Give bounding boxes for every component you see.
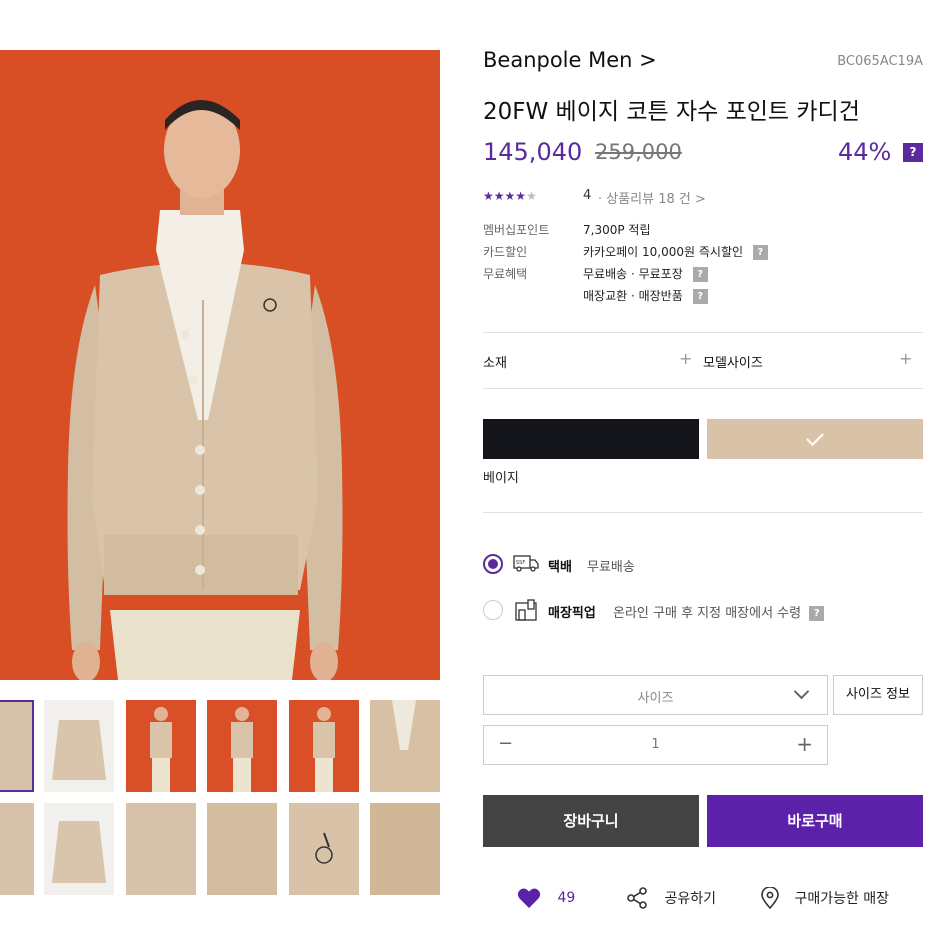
thumbnail-9[interactable] — [126, 803, 196, 895]
rating-value: 4 — [583, 188, 592, 203]
accordion-model-size[interactable]: 모델사이즈 — [703, 352, 763, 371]
help-icon[interactable]: ? — [692, 267, 708, 282]
divider — [483, 332, 923, 333]
brand-link[interactable]: Beanpole Men > — [483, 48, 657, 72]
rating-stars: ★★★★★ — [483, 189, 537, 203]
buy-now-button[interactable]: 바로구매 — [707, 795, 923, 847]
benefit-card: 카카오페이 10,000원 즉시할인 ? — [583, 243, 768, 260]
thumbnail-12[interactable] — [370, 803, 440, 895]
help-icon[interactable]: ? — [692, 289, 708, 304]
model-full-icon — [150, 707, 172, 792]
share-label: 공유하기 — [664, 891, 716, 907]
like-count: 49 — [557, 890, 576, 906]
star-icon: ★ — [504, 189, 516, 203]
original-price: 259,000 — [595, 140, 682, 164]
cardigan-flat-icon — [52, 720, 106, 780]
benefit-label-card: 카드할인 — [483, 245, 528, 259]
heart-icon — [517, 888, 541, 908]
thumbnail-3[interactable] — [126, 700, 196, 792]
color-swatch-beige[interactable] — [707, 419, 923, 459]
embroidery-detail-icon — [315, 832, 333, 864]
plus-icon[interactable]: + — [679, 349, 692, 368]
add-to-cart-button[interactable]: 장바구니 — [483, 795, 699, 847]
store-label: 구매가능한 매장 — [794, 891, 890, 907]
model-closeup-icon — [370, 700, 440, 792]
benefit-store: 매장교환 · 매장반품 ? — [583, 287, 708, 304]
available-store-button[interactable]: 구매가능한 매장 — [760, 886, 890, 913]
benefit-label-free: 무료혜택 — [483, 267, 528, 281]
benefit-label-membership: 멤버십포인트 — [483, 223, 550, 237]
model-photo-illustration — [0, 50, 440, 680]
quantity-value[interactable]: 1 — [484, 737, 827, 752]
thumbnail-8[interactable] — [44, 803, 114, 895]
review-link[interactable]: · 상품리뷰 18 건 > — [598, 188, 706, 207]
product-title: 20FW 베이지 코튼 자수 포인트 카디건 — [483, 99, 860, 125]
discount-help-icon[interactable]: ? — [903, 143, 923, 162]
model-full-icon — [231, 707, 253, 792]
selected-color-name: 베이지 — [483, 471, 519, 486]
pickup-desc: 온라인 구매 후 지정 매장에서 수령 — [613, 606, 802, 621]
location-pin-icon — [761, 886, 779, 910]
benefit-value-free: 무료배송 · 무료포장 — [583, 267, 683, 281]
main-product-image — [0, 50, 440, 680]
delivery-title: 택배 — [548, 560, 572, 575]
sale-price: 145,040 — [483, 138, 583, 166]
pickup-title: 매장픽업 — [548, 606, 596, 621]
size-select[interactable]: 사이즈 — [483, 675, 828, 715]
share-button[interactable]: 공유하기 — [626, 887, 716, 913]
thumbnail-2[interactable] — [44, 700, 114, 792]
model-full-icon — [313, 707, 335, 792]
thumbnail-10[interactable] — [207, 803, 277, 895]
benefit-value-card: 카카오페이 10,000원 즉시할인 — [583, 245, 744, 259]
star-icon: ★ — [493, 189, 505, 203]
thumbnail-5[interactable] — [289, 700, 359, 792]
size-info-button[interactable]: 사이즈 정보 — [833, 675, 923, 715]
benefit-value-store: 매장교환 · 매장반품 — [583, 289, 683, 303]
pickup-desc-wrap: 온라인 구매 후 지정 매장에서 수령 ? — [613, 602, 825, 621]
divider — [483, 388, 923, 389]
star-empty-icon: ★ — [526, 189, 537, 203]
color-swatch-black[interactable] — [483, 419, 699, 459]
size-select-label: 사이즈 — [637, 691, 674, 706]
benefit-free: 무료배송 · 무료포장 ? — [583, 265, 708, 282]
delivery-truck-icon: SSF — [513, 555, 539, 572]
thumbnail-7[interactable] — [0, 803, 34, 895]
help-icon[interactable]: ? — [809, 606, 825, 621]
star-icon: ★ — [483, 189, 494, 203]
delivery-desc: 무료배송 — [587, 560, 635, 575]
benefit-value-membership: 7,300P 적립 — [583, 223, 651, 237]
thumbnail-11[interactable] — [289, 803, 359, 895]
delivery-radio[interactable] — [483, 554, 503, 574]
star-icon: ★ — [515, 189, 527, 203]
cardigan-flat-icon — [52, 821, 106, 883]
plus-icon[interactable]: + — [899, 349, 912, 368]
discount-rate: 44% — [838, 138, 892, 166]
plus-icon[interactable]: + — [796, 732, 813, 756]
accordion-material[interactable]: 소재 — [483, 352, 507, 371]
help-icon[interactable]: ? — [752, 245, 768, 260]
share-icon — [627, 887, 647, 909]
thumbnail-1[interactable] — [0, 700, 34, 792]
pickup-radio[interactable] — [483, 600, 503, 620]
thumbnail-4[interactable] — [207, 700, 277, 792]
divider — [483, 512, 923, 513]
store-pickup-icon — [515, 599, 537, 621]
svg-text:SSF: SSF — [516, 560, 525, 566]
product-code: BC065AC19A — [837, 54, 923, 69]
quantity-stepper: − 1 + — [483, 725, 828, 765]
thumbnail-6[interactable] — [370, 700, 440, 792]
checkmark-icon — [806, 428, 824, 447]
like-button[interactable]: 49 — [517, 887, 575, 913]
